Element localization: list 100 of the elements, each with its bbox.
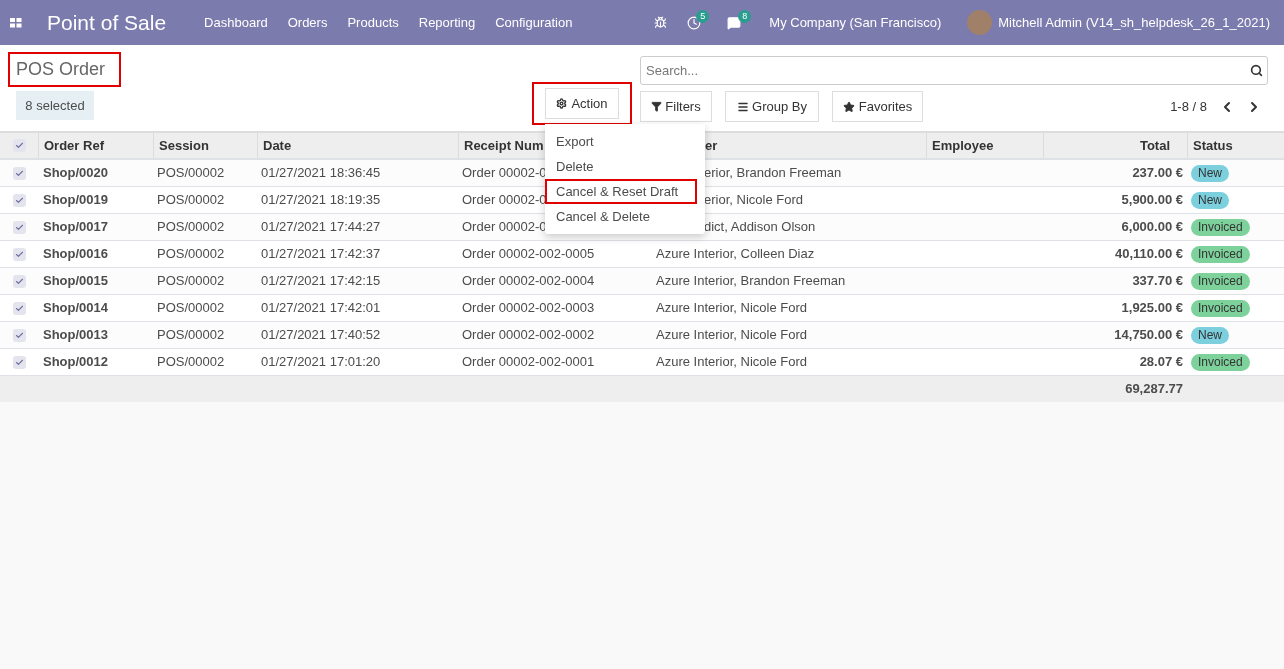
checkbox[interactable] [12,139,26,152]
sum-total: 69,287.77 [1125,380,1183,399]
checkbox[interactable] [12,328,26,342]
filters-button[interactable]: Filters [640,91,712,122]
table-cell-text: 1,925.00 € [1121,299,1183,318]
table-cell-text: 40,110.00 € [1115,245,1183,264]
table-cell-text: Azure Interior, Nicole Ford [656,299,807,318]
table-cell-text: Order 00002-0 [462,164,547,183]
table-cell-text: Order 00002-002-0003 [462,299,595,318]
status-badge: New [1191,326,1229,344]
table-cell-text: POS/00002 [157,353,225,372]
check-icon [14,222,24,232]
selection-count: 8 selected [16,91,94,120]
action-button[interactable]: Action [545,88,619,119]
table-cell-text: Azure Interior, Brandon Freeman [656,272,846,291]
checkbox[interactable] [12,166,26,180]
column-header[interactable]: er [705,135,718,156]
page-title: POS Order [8,52,121,87]
activity-icon[interactable] [687,15,702,30]
bug-icon[interactable] [654,16,668,29]
table-cell-text: Shop/0015 [43,272,109,291]
menu-option[interactable]: Delete [545,154,697,179]
search-icon[interactable] [1250,64,1263,77]
status-badge: New [1191,191,1229,209]
table-cell-text: 237.00 € [1132,164,1183,183]
checkbox[interactable] [12,220,26,234]
menu-item[interactable]: Dashboard [204,12,268,33]
table-cell-text: 01/27/2021 17:40:52 [261,326,381,345]
column-header[interactable]: Session [159,135,209,156]
table-cell-text: 337.70 € [1132,272,1183,291]
check-icon [14,195,24,205]
table-cell-text: POS/00002 [157,191,225,210]
table-cell-text: Shop/0020 [43,164,109,183]
filter-icon [651,101,663,112]
table-cell-text: erior, Nicole Ford [704,191,803,210]
apps-grid-icon[interactable] [10,17,22,28]
table-cell-text: POS/00002 [157,218,225,237]
search-field[interactable]: Search... [640,56,1268,85]
column-header[interactable]: Order Ref [44,135,104,156]
check-icon [14,168,24,178]
table-cell-text: Shop/0013 [43,326,109,345]
menu-item[interactable]: Products [347,12,399,33]
status-badge: Invoiced [1191,299,1250,317]
table-cell-text: 01/27/2021 18:19:35 [261,191,381,210]
pager: 1-8 / 8 [1170,97,1207,116]
menu-item[interactable]: Configuration [495,12,573,33]
column-header[interactable]: Total [1139,135,1170,156]
status-badge: New [1191,164,1229,182]
gear-icon [556,98,568,109]
table-cell-text: POS/00002 [157,164,225,183]
menu-option[interactable]: Export [545,129,697,154]
checkbox[interactable] [12,247,26,261]
status-badge: Invoiced [1191,272,1250,290]
star-icon [842,100,855,113]
status-badge: Invoiced [1191,218,1250,236]
table-cell-text: 01/27/2021 17:44:27 [261,218,381,237]
favorites-button[interactable]: Favorites [832,91,923,122]
table-cell-text: POS/00002 [157,272,225,291]
checkbox[interactable] [12,193,26,207]
table-cell-text: erior, Brandon Freeman [704,164,842,183]
table-cell-text: 01/27/2021 17:42:37 [261,245,381,264]
table-cell-text: Order 00002-002-0004 [462,272,595,291]
menu-item[interactable]: Orders [287,12,328,33]
checkbox[interactable] [12,301,26,315]
check-icon [14,303,24,313]
chat-icon[interactable] [727,15,742,30]
group-by-button[interactable]: Group By [725,91,819,122]
table-cell-text: POS/00002 [157,326,225,345]
table-cell-text: POS/00002 [157,299,225,318]
count-badge: 5 [696,9,710,23]
status-badge: Invoiced [1191,353,1250,371]
table-cell-text: 01/27/2021 17:42:15 [261,272,381,291]
status-badge: Invoiced [1191,245,1250,263]
check-icon [14,357,24,367]
company-switcher[interactable]: My Company (San Francisco) [769,12,942,33]
checkbox[interactable] [12,355,26,369]
column-header[interactable]: Receipt Num [464,135,544,156]
menu-option[interactable]: Cancel & Reset Draft [545,179,697,204]
table-cell-text: Shop/0019 [43,191,109,210]
table-cell-text: 5,900.00 € [1121,191,1183,210]
count-badge: 8 [738,9,752,23]
user-menu[interactable]: Mitchell Admin (V14_sh_helpdesk_26_1_2021) [998,12,1270,33]
table-cell-text: Azure Interior, Nicole Ford [656,326,807,345]
check-icon [14,276,24,286]
menu-item[interactable]: Reporting [418,12,476,33]
table-cell-text: Order 00002-002-0002 [462,326,595,345]
column-header[interactable]: Employee [932,135,994,156]
table-cell-text: 01/27/2021 18:36:45 [261,164,381,183]
check-icon [14,141,24,150]
table-cell-text: POS/00002 [157,245,225,264]
table-cell-text: Shop/0017 [43,218,109,237]
check-icon [14,330,24,340]
menu-option[interactable]: Cancel & Delete [545,204,697,229]
table-cell-text: 14,750.00 € [1114,326,1183,345]
checkbox[interactable] [12,274,26,288]
table-cell-text: Azure Interior, Colleen Diaz [656,245,815,264]
table-cell-text: Shop/0016 [43,245,109,264]
table-cell-text: 28.07 € [1139,353,1183,372]
column-header[interactable]: Status [1193,135,1233,156]
column-header[interactable]: Date [263,135,292,156]
